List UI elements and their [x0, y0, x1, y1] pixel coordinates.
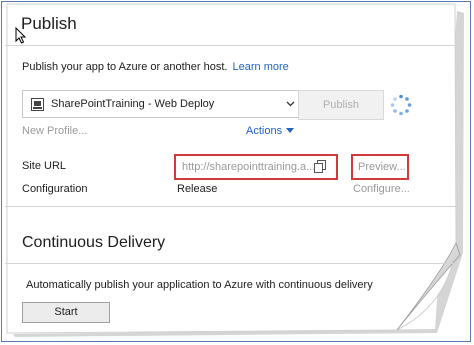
loading-spinner-icon	[390, 94, 412, 116]
start-button[interactable]: Start	[22, 302, 110, 323]
chevron-down-icon	[286, 101, 295, 107]
cd-title: Continuous Delivery	[22, 234, 166, 251]
configuration-value: Release	[177, 183, 218, 195]
configure-link[interactable]: Configure...	[353, 183, 410, 195]
site-url-label: Site URL	[22, 160, 67, 172]
cd-divider	[5, 263, 456, 264]
page-title: Publish	[21, 14, 77, 33]
title-divider	[5, 45, 456, 46]
new-profile-link[interactable]: New Profile...	[22, 125, 87, 137]
learn-more-link[interactable]: Learn more	[233, 61, 289, 73]
site-url-highlight: http://sharepointtraining.a...	[174, 154, 338, 180]
site-url-value[interactable]: http://sharepointtraining.a...	[182, 161, 315, 173]
preview-link[interactable]: Preview...	[358, 161, 406, 173]
copy-icon[interactable]	[314, 160, 327, 174]
intro-text: Publish your app to Azure or another hos…	[22, 61, 228, 73]
selected-profile: SharePointTraining - Web Deploy	[51, 98, 215, 110]
publish-profile-dropdown[interactable]: SharePointTraining - Web Deploy	[22, 90, 299, 118]
actions-menu[interactable]: Actions	[246, 125, 295, 137]
caret-down-icon	[286, 128, 295, 134]
web-deploy-icon	[31, 98, 44, 111]
section-divider	[5, 206, 456, 207]
configuration-label: Configuration	[22, 183, 88, 195]
cd-description: Automatically publish your application t…	[26, 279, 373, 291]
publish-panel: Publish Publish your app to Azure or ano…	[5, 3, 467, 339]
publish-button[interactable]: Publish	[298, 90, 384, 120]
intro-line: Publish your app to Azure or another hos…	[22, 61, 289, 73]
actions-label: Actions	[246, 125, 283, 137]
preview-highlight: Preview...	[351, 154, 409, 180]
